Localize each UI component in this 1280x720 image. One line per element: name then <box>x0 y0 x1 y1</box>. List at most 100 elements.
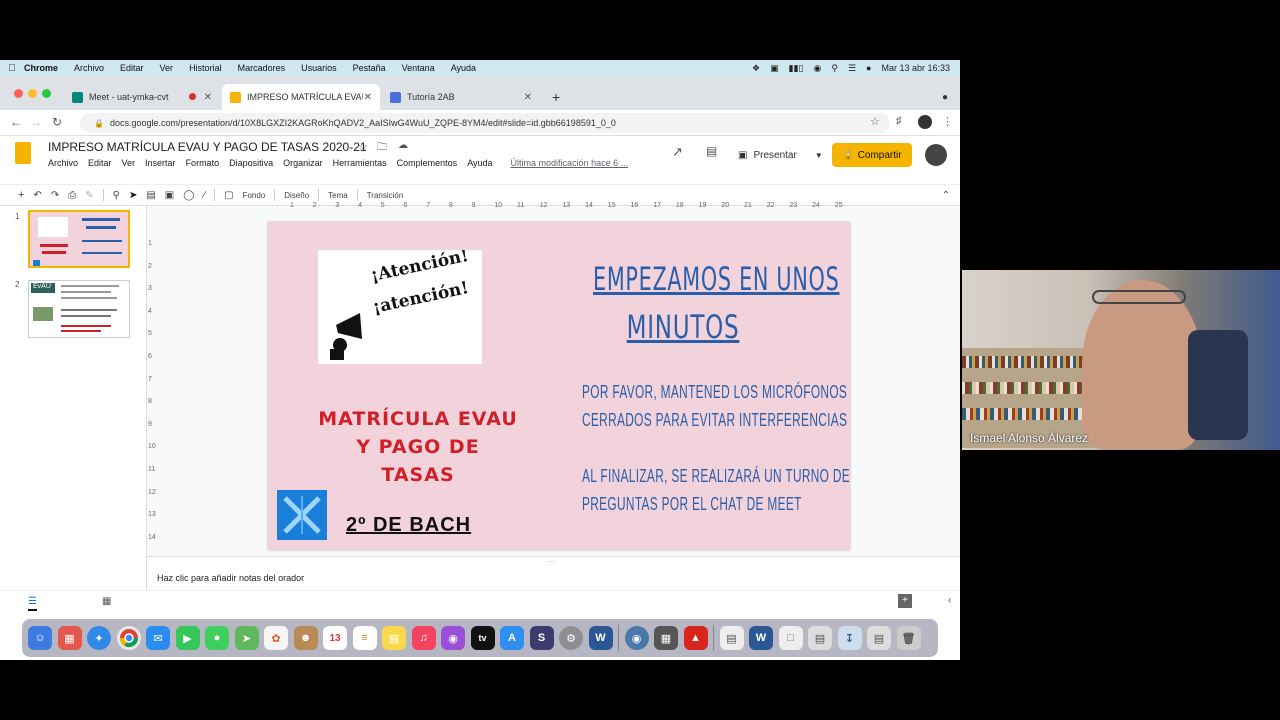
select-cursor-icon[interactable]: ➤ <box>129 190 137 201</box>
url-field[interactable]: 🔒 docs.google.com/presentation/d/10X8LGX… <box>80 113 890 133</box>
transition-button[interactable]: Transición <box>367 191 404 200</box>
menu-archivo[interactable]: Archivo <box>74 63 104 73</box>
tab-tutoria[interactable]: Tutoría 2AB ✕ <box>382 86 540 108</box>
menu-usuarios[interactable]: Usuarios <box>301 63 337 73</box>
last-modified-link[interactable]: Última modificación hace 6 ... <box>511 158 629 168</box>
shape-icon[interactable]: ◯ <box>183 190 194 201</box>
apple-icon[interactable]:  <box>0 63 24 74</box>
paint-format-icon[interactable]: ✎ <box>85 190 93 201</box>
podcasts-icon[interactable]: ◉ <box>441 626 465 650</box>
attention-megaphone-image[interactable]: ¡Atención! ¡atención! <box>318 250 482 364</box>
minimize-window-icon[interactable] <box>28 89 37 98</box>
spotlight-search-icon[interactable]: ⚲ <box>831 63 838 74</box>
chrome-icon[interactable] <box>116 626 141 650</box>
reload-icon[interactable]: ↻ <box>52 115 62 129</box>
siri-icon[interactable]: ● <box>866 63 871 73</box>
move-folder-icon[interactable]: 🗀 <box>377 140 387 157</box>
menu-ayuda[interactable]: Ayuda <box>451 63 476 73</box>
menu-organizar[interactable]: Organizar <box>283 158 323 168</box>
slides-logo-icon[interactable] <box>15 142 31 164</box>
new-slide-icon[interactable]: + <box>18 189 24 201</box>
chevron-down-icon[interactable]: ▼ <box>815 151 823 160</box>
calculator-icon[interactable]: ▦ <box>654 626 678 650</box>
safari-icon[interactable]: ✦ <box>87 626 111 650</box>
menu-ayuda[interactable]: Ayuda <box>467 158 492 168</box>
extensions-icon[interactable]: ♯ <box>896 115 902 127</box>
text-box-icon[interactable]: ▤ <box>146 190 155 201</box>
menu-historial[interactable]: Historial <box>189 63 222 73</box>
undo-icon[interactable]: ↶ <box>33 190 41 201</box>
menu-insertar[interactable]: Insertar <box>145 158 176 168</box>
menu-ver[interactable]: Ver <box>160 63 174 73</box>
apple-tv-icon[interactable]: tv <box>470 626 495 650</box>
finder-icon[interactable]: ☺ <box>28 626 52 650</box>
acrobat-icon[interactable]: ▲ <box>683 626 708 650</box>
tab-search-icon[interactable]: ● <box>934 86 954 108</box>
document-stack-icon[interactable]: ▤ <box>808 626 832 650</box>
facetime-icon[interactable]: ▶ <box>175 626 200 650</box>
menu-diapositiva[interactable]: Diapositiva <box>229 158 273 168</box>
speaker-notes-placeholder[interactable]: Haz clic para añadir notas del orador <box>157 573 304 583</box>
avatar[interactable] <box>925 144 947 166</box>
back-icon[interactable]: ← <box>10 115 22 129</box>
grid-view-icon[interactable]: ▦ <box>102 596 111 607</box>
tab-slides[interactable]: IMPRESO MATRÍCULA EVAU Y ✕ <box>222 84 380 110</box>
document-stack-icon[interactable]: ▤ <box>867 626 891 650</box>
wifi-icon[interactable]: ◉ <box>813 63 821 74</box>
mail-icon[interactable]: ✉ <box>146 626 170 650</box>
launchpad-icon[interactable]: ▦ <box>57 626 82 650</box>
downloads-icon[interactable]: ↧ <box>837 626 862 650</box>
music-icon[interactable]: ♫ <box>411 626 436 650</box>
dropbox-icon[interactable]: ❖ <box>752 63 760 74</box>
share-button[interactable]: 🔒 Compartir <box>832 143 912 167</box>
star-icon[interactable]: ☆ <box>870 115 880 128</box>
close-icon[interactable]: ✕ <box>188 92 212 103</box>
control-center-icon[interactable]: ☰ <box>848 63 856 74</box>
menu-ver[interactable]: Ver <box>122 158 136 168</box>
profile-icon[interactable] <box>918 115 932 129</box>
word-icon[interactable]: W <box>588 626 613 650</box>
menu-marcadores[interactable]: Marcadores <box>238 63 286 73</box>
redo-icon[interactable]: ↷ <box>51 190 59 201</box>
menu-ventana[interactable]: Ventana <box>402 63 435 73</box>
side-panel-chevron-icon[interactable]: ‹ <box>948 595 951 606</box>
activity-trend-icon[interactable]: ↗ <box>672 144 683 160</box>
doc-title[interactable]: IMPRESO MATRÍCULA EVAU Y PAGO DE TASAS 2… <box>48 140 367 154</box>
close-icon[interactable]: ✕ <box>524 92 532 103</box>
school-logo-icon[interactable] <box>277 490 327 540</box>
menu-complementos[interactable]: Complementos <box>397 158 458 168</box>
more-menu-icon[interactable]: ⋮ <box>942 115 953 128</box>
layout-button[interactable]: Diseño <box>284 191 309 200</box>
word-document-icon[interactable]: W <box>749 626 773 650</box>
menu-chrome[interactable]: Chrome <box>24 63 58 73</box>
folder-icon[interactable]: □ <box>778 626 803 650</box>
print-icon[interactable]: ⎙ <box>68 190 76 201</box>
clock[interactable]: Mar 13 abr 16:33 <box>881 63 950 73</box>
contacts-icon[interactable]: ☻ <box>293 626 318 650</box>
slide-thumbnail-2[interactable]: EvAU <box>28 280 130 338</box>
trash-icon[interactable]: 🗑 <box>896 626 921 650</box>
close-icon[interactable]: ✕ <box>364 92 372 103</box>
new-tab-button[interactable]: + <box>544 86 568 108</box>
line-icon[interactable]: ∕ <box>203 190 205 201</box>
quicktime-icon[interactable]: ◉ <box>624 626 649 650</box>
star-icon[interactable]: ☆ <box>358 140 368 153</box>
explore-icon[interactable]: + <box>898 594 912 608</box>
image-icon[interactable]: ▣ <box>165 190 174 201</box>
speaker-notes[interactable]: ⋯ Haz clic para añadir notas del orador <box>147 556 960 590</box>
calendar-icon[interactable]: 13 <box>323 626 347 650</box>
screen-icon[interactable]: ▣ <box>770 63 779 74</box>
theme-button[interactable]: Tema <box>328 191 348 200</box>
current-slide[interactable]: ¡Atención! ¡atención! EMPEZAMOS EN UNOS … <box>268 222 850 550</box>
photos-icon[interactable]: ✿ <box>264 626 288 650</box>
menu-editar[interactable]: Editar <box>120 63 144 73</box>
tab-meet[interactable]: Meet - uat-ymka-cvt ✕ <box>64 86 220 108</box>
zoom-icon[interactable]: ⚲ <box>113 190 120 201</box>
participant-video[interactable]: Ismael Alonso Álvarez <box>962 270 1280 450</box>
battery-icon[interactable]: ▮▮▯ <box>789 63 804 74</box>
screenflow-icon[interactable]: S <box>529 626 554 650</box>
maximize-window-icon[interactable] <box>42 89 51 98</box>
resize-handle-icon[interactable]: ⋯ <box>547 557 555 566</box>
forward-icon[interactable]: → <box>30 115 42 129</box>
menu-formato[interactable]: Formato <box>186 158 220 168</box>
